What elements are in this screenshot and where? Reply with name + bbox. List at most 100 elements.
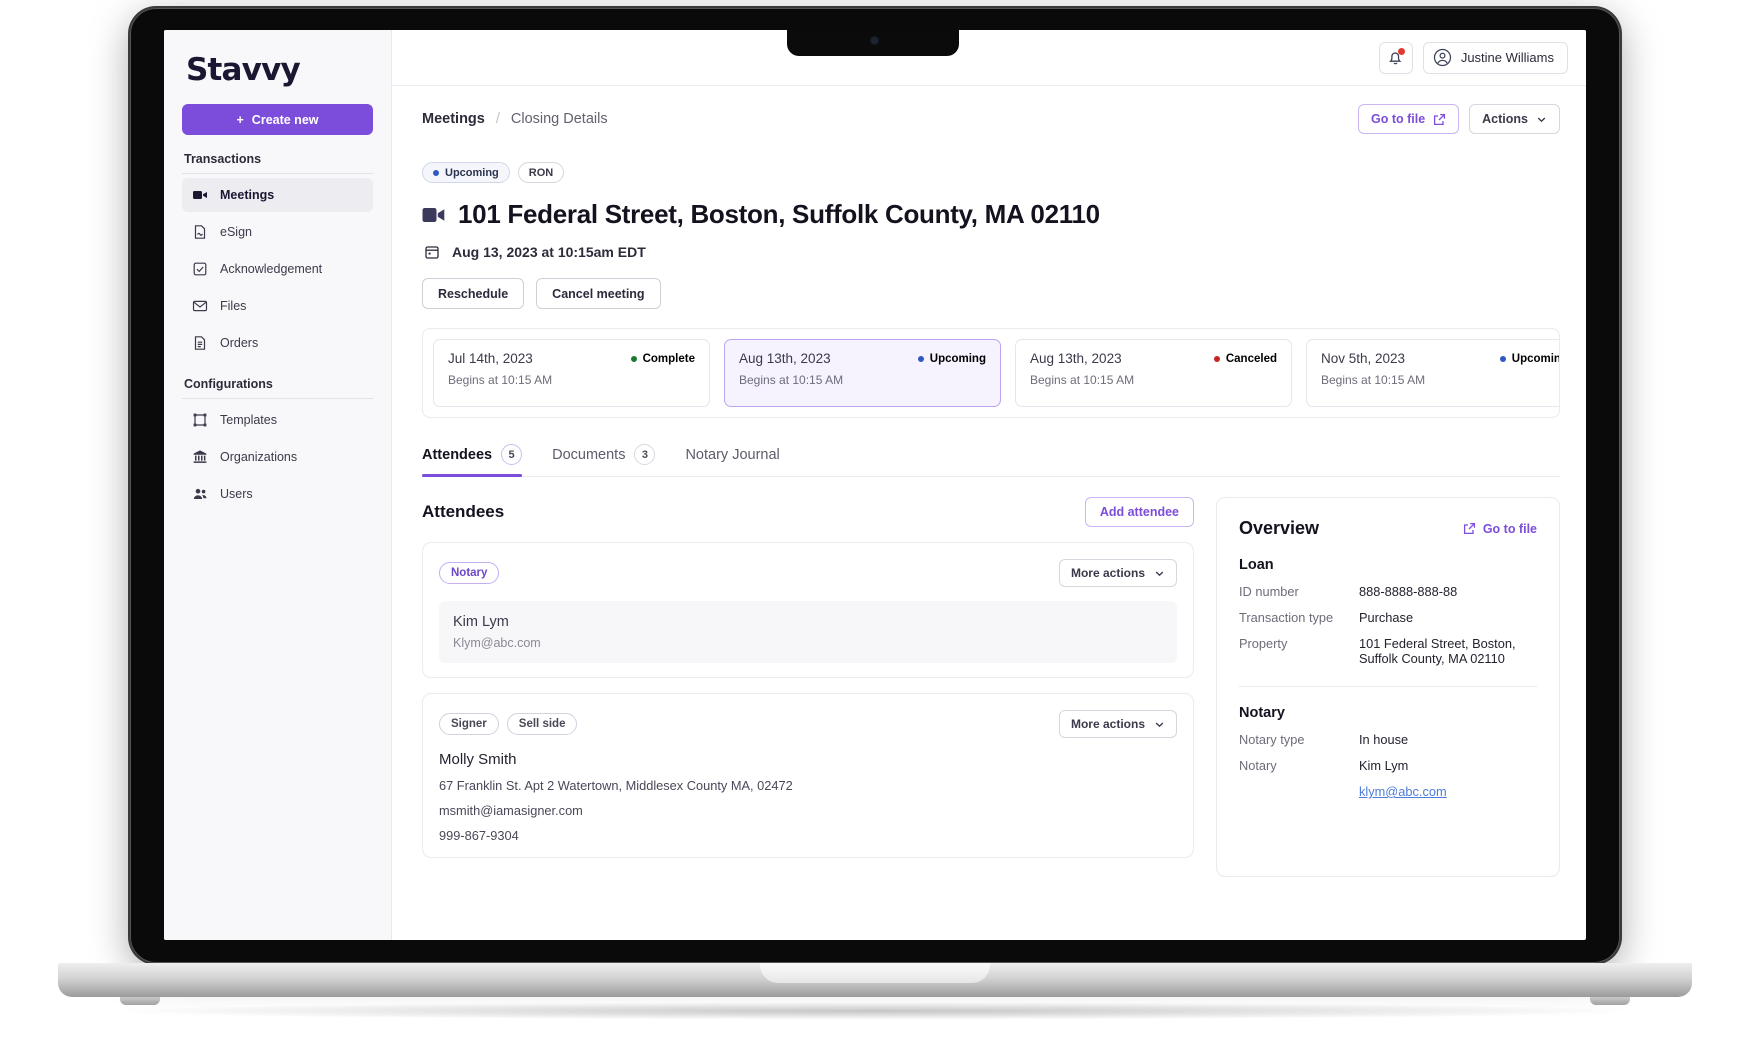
attendee-name: Kim Lym <box>453 614 509 630</box>
overview-value: Purchase <box>1359 610 1414 625</box>
occurrence-begins: Begins at 10:15 AM <box>448 373 553 387</box>
overview-value: In house <box>1359 732 1409 747</box>
overview-row: Property 101 Federal Street, Boston, Suf… <box>1239 636 1537 666</box>
status-dot <box>917 355 924 362</box>
overview-header: Overview Go to file <box>1239 518 1537 539</box>
overview-key: ID number <box>1239 584 1299 599</box>
sidebar-item-label: Files <box>220 299 247 313</box>
occurrence-card-selected[interactable]: Aug 13th, 2023 Upcoming Begins at 10:15 … <box>724 339 1001 407</box>
occurrence-card-strip[interactable]: Jul 14th, 2023 Complete Begins at 10:15 … <box>422 328 1560 418</box>
breadcrumb-row: Meetings / Closing Details Go to file Ac… <box>422 104 1560 134</box>
overview-key: Transaction type <box>1239 610 1334 625</box>
reschedule-button[interactable]: Reschedule <box>422 278 525 309</box>
checkbox-icon <box>192 261 208 277</box>
occurrence-status: Upcoming <box>1499 353 1559 365</box>
meeting-datetime-row: Aug 13, 2023 at 10:15am EDT <box>422 244 1560 260</box>
sidebar-item-meetings[interactable]: Meetings <box>182 178 373 212</box>
template-frame-icon <box>192 412 208 428</box>
breadcrumb: Meetings / Closing Details <box>422 111 608 127</box>
attendee-tag: Sell side <box>506 713 578 735</box>
breadcrumb-parent[interactable]: Meetings <box>422 111 485 127</box>
overview-key: Notary type <box>1239 732 1305 747</box>
go-to-file-button[interactable]: Go to file <box>1357 104 1460 134</box>
tab-notary-journal[interactable]: Notary Journal <box>685 444 779 476</box>
tab-label: Notary Journal <box>685 446 780 463</box>
sidebar-item-label: Orders <box>220 336 259 350</box>
overview-value: 101 Federal Street, Boston, Suffolk Coun… <box>1359 636 1516 666</box>
cancel-meeting-button[interactable]: Cancel meeting <box>536 278 661 309</box>
main-area: Justine Williams Meetings / Closing Deta… <box>392 30 1586 940</box>
sidebar-item-orders[interactable]: Orders <box>182 326 373 360</box>
page-title: 101 Federal Street, Boston, Suffolk Coun… <box>458 199 1100 229</box>
occurrence-card[interactable]: Aug 13th, 2023 Canceled Begins at 10:15 … <box>1015 339 1292 407</box>
more-actions-button[interactable]: More actions <box>1058 710 1177 738</box>
brand: Stavvy <box>182 30 373 104</box>
sidebar-item-templates[interactable]: Templates <box>182 403 373 437</box>
header-actions: Go to file Actions <box>1357 104 1560 134</box>
go-to-file-label: Go to file <box>1370 112 1426 126</box>
tab-attendees[interactable]: Attendees 5 <box>422 444 523 477</box>
sidebar-item-esign[interactable]: eSign <box>182 215 373 249</box>
meeting-action-buttons: Reschedule Cancel meeting <box>422 278 1560 309</box>
attendee-tag: Signer <box>439 713 499 735</box>
create-new-button[interactable]: + Create new <box>182 104 373 135</box>
status-dot <box>1499 355 1506 362</box>
user-name: Justine Williams <box>1460 50 1554 65</box>
actions-label: Actions <box>1482 112 1528 126</box>
type-badge: RON <box>517 162 565 183</box>
occurrence-status: Canceled <box>1213 352 1277 365</box>
attendees-pane: Attendees Add attendee Notary More actio… <box>422 497 1194 877</box>
signature-document-icon <box>192 224 208 240</box>
sidebar-item-users[interactable]: Users <box>182 477 373 511</box>
divider <box>1239 686 1537 687</box>
sidebar-section-transactions-title: Transactions <box>182 135 373 174</box>
attendee-name: Molly Smith <box>439 751 517 768</box>
user-menu[interactable]: Justine Williams <box>1422 41 1568 74</box>
occurrence-status-label: Canceled <box>1225 352 1277 365</box>
notary-email-link[interactable]: klym@abc.com <box>1359 784 1447 799</box>
breadcrumb-current: Closing Details <box>510 111 608 127</box>
status-badge-label: Upcoming <box>445 166 499 179</box>
actions-dropdown-button[interactable]: Actions <box>1469 104 1560 134</box>
overview-loan-heading: Loan <box>1239 557 1274 573</box>
occurrence-begins: Begins at 10:15 AM <box>1321 373 1426 387</box>
overview-go-to-file-label: Go to file <box>1482 521 1537 536</box>
sidebar-item-label: Meetings <box>220 188 275 202</box>
tab-documents[interactable]: Documents 3 <box>552 444 656 476</box>
occurrence-card[interactable]: Jul 14th, 2023 Complete Begins at 10:15 … <box>433 339 710 407</box>
webcam-icon <box>871 37 878 44</box>
status-badge: Upcoming <box>422 162 510 183</box>
overview-row: ID number 888-8888-888-88 <box>1239 584 1537 599</box>
sidebar-item-label: Users <box>220 487 253 501</box>
bank-icon <box>192 449 208 465</box>
occurrence-date: Aug 13th, 2023 <box>739 351 831 366</box>
overview-panel: Overview Go to file Loan ID number 888-8… <box>1216 497 1560 877</box>
document-icon <box>192 335 208 351</box>
notifications-button[interactable] <box>1378 41 1413 74</box>
type-badge-label: RON <box>528 166 554 179</box>
sidebar-item-acknowledgement[interactable]: Acknowledgement <box>182 252 373 286</box>
content-panes: Attendees Add attendee Notary More actio… <box>422 497 1560 877</box>
breadcrumb-separator: / <box>495 111 500 127</box>
overview-row: klym@abc.com <box>1239 784 1537 799</box>
overview-go-to-file-link[interactable]: Go to file <box>1463 522 1537 536</box>
sidebar-item-organizations[interactable]: Organizations <box>182 440 373 474</box>
chevron-down-icon <box>1154 568 1165 579</box>
plus-icon: + <box>236 112 244 127</box>
add-attendee-button[interactable]: Add attendee <box>1084 497 1194 527</box>
attendee-tags: Signer Sell side <box>439 713 578 735</box>
more-actions-button[interactable]: More actions <box>1058 559 1177 587</box>
occurrence-card[interactable]: Nov 5th, 2023 Upcoming Begins at 10:15 A… <box>1306 339 1559 407</box>
sidebar-item-files[interactable]: Files <box>182 289 373 323</box>
occurrence-status-label: Upcoming <box>929 352 986 365</box>
occurrence-status-label: Complete <box>642 352 695 365</box>
overview-key: Notary <box>1239 758 1277 773</box>
attendee-email: Klym@abc.com <box>453 636 541 650</box>
occurrence-date: Aug 13th, 2023 <box>1030 351 1122 366</box>
attendee-address: 67 Franklin St. Apt 2 Watertown, Middles… <box>439 778 793 793</box>
page-content: Meetings / Closing Details Go to file Ac… <box>392 86 1586 940</box>
tab-count-badge: 5 <box>501 444 523 465</box>
calendar-icon <box>424 244 440 260</box>
attendee-phone: 999-867-9304 <box>439 828 519 843</box>
attendee-tags: Notary <box>439 562 500 584</box>
